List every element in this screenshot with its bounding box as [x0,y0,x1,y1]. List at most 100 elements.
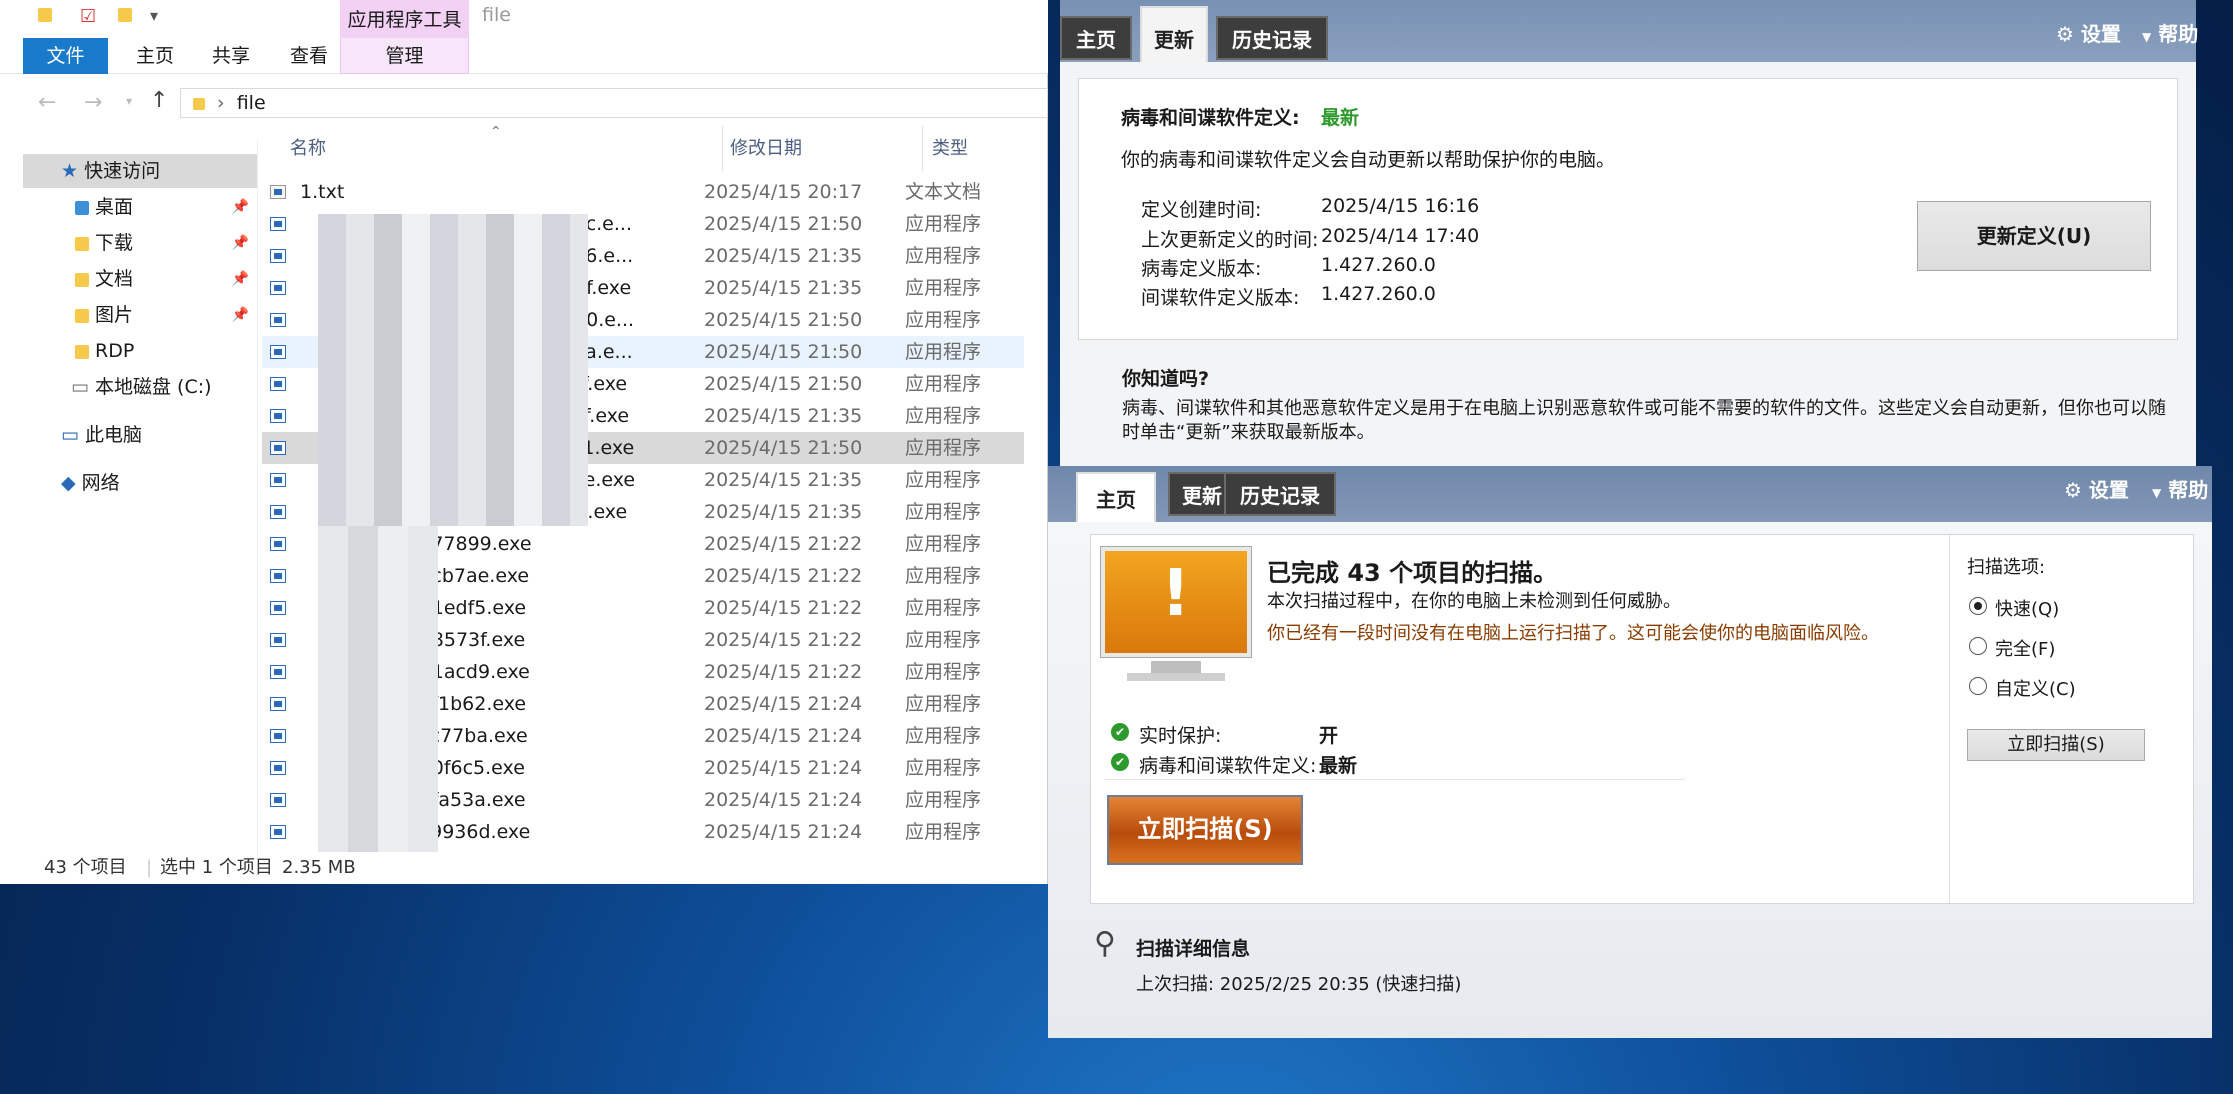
nav-label: 下载 [95,232,134,254]
file-type: 应用程序 [905,341,982,363]
radio-full[interactable] [1969,637,1987,655]
file-modified: 2025/4/15 21:50 [704,437,863,459]
file-type: 应用程序 [905,501,982,523]
settings-button[interactable]: ⚙ 设置 [2056,18,2121,47]
qat-dropdown-icon[interactable]: ▾ [150,6,158,25]
nav-rdp[interactable]: RDP [75,334,257,368]
file-type: 应用程序 [905,469,982,491]
check-icon: ✔ [1111,723,1129,741]
exe-file-icon [270,537,286,551]
settings-button[interactable]: ⚙ 设置 [2064,474,2129,503]
nav-downloads[interactable]: 下载 📌 [75,226,257,260]
realtime-label: 实时保护: [1139,725,1222,747]
pictures-icon [75,308,89,323]
help-button[interactable]: ▼ 帮助 [2152,474,2208,503]
file-type: 文本文档 [905,181,982,203]
file-modified: 2025/4/15 21:35 [704,405,863,427]
tab-home[interactable]: 主页 [1076,472,1156,522]
nav-this-pc[interactable]: ▭ 此电脑 [61,418,257,452]
pin-icon[interactable]: 📌 [232,262,249,296]
scan-details-title[interactable]: 扫描详细信息 [1136,934,1250,961]
nav-label: 桌面 [95,196,134,218]
option-quick[interactable]: 快速(Q) [1995,595,2059,621]
ribbon-tabs: 文件 主页 共享 查看 [0,38,1048,74]
tab-home[interactable]: 主页 [1060,16,1132,60]
redacted-filenames [318,214,588,526]
exe-file-icon [270,601,286,615]
tab-history[interactable]: 历史记录 [1224,472,1336,516]
text-file-icon [270,185,286,199]
tab-history[interactable]: 历史记录 [1216,16,1328,60]
definition-panel: 病毒和间谍软件定义: 最新 你的病毒和间谍软件定义会自动更新以帮助保护你的电脑。… [1078,78,2178,340]
new-folder-icon[interactable] [118,8,132,22]
file-type: 应用程序 [905,757,982,779]
pin-icon[interactable]: 📌 [232,226,249,260]
exe-file-icon [270,633,286,647]
nav-documents[interactable]: 文档 📌 [75,262,257,296]
nav-label: 网络 [81,472,120,494]
file-type: 应用程序 [905,661,982,683]
file-modified: 2025/4/15 21:22 [704,565,863,587]
computer-icon: ▭ [61,424,79,446]
last-scan-text: 上次扫描: 2025/2/25 20:35 (快速扫描) [1136,974,1462,995]
tab-manage[interactable]: 管理 [340,38,469,74]
tab-file[interactable]: 文件 [23,38,108,74]
recent-dropdown-icon[interactable]: ▾ [126,94,132,108]
forward-icon[interactable]: → [84,90,102,115]
radio-custom[interactable] [1969,677,1987,695]
exe-file-icon [270,825,286,839]
exe-file-icon [270,761,286,775]
option-custom[interactable]: 自定义(C) [1995,675,2076,701]
nav-local-disk[interactable]: ▭ 本地磁盘 (C:) [71,370,257,404]
pin-icon[interactable]: 📌 [232,298,249,332]
context-tab-app-tools[interactable]: 应用程序工具 [340,0,469,38]
tab-update[interactable]: 更新 [1140,6,1208,62]
help-button[interactable]: ▼ 帮助 [2142,18,2198,47]
options-scan-button[interactable]: 立即扫描(S) [1967,729,2145,761]
column-header-name[interactable]: 名称 [290,126,326,172]
redacted-filenames [318,526,438,852]
folder-icon [75,344,89,359]
exe-file-icon [270,793,286,807]
update-definitions-button[interactable]: 更新定义(U) [1917,201,2151,271]
file-type: 应用程序 [905,245,982,267]
nav-network[interactable]: ◆ 网络 [61,466,257,500]
column-header-modified[interactable]: 修改日期 [730,126,802,172]
tab-home[interactable]: 主页 [120,38,190,74]
table-row[interactable]: 1.txt 2025/4/15 20:17 文本文档 [262,176,1024,208]
radio-quick[interactable] [1969,597,1987,615]
file-type: 应用程序 [905,693,982,715]
scan-now-button[interactable]: 立即扫描(S) [1107,795,1303,865]
nav-label: RDP [95,340,135,362]
nav-pictures[interactable]: 图片 📌 [75,298,257,332]
help-label: 帮助 [2158,22,2199,46]
file-type: 应用程序 [905,821,982,843]
back-icon[interactable]: ← [38,90,56,115]
nav-desktop[interactable]: 桌面 📌 [75,190,257,224]
field-value: 1.427.260.0 [1321,283,1436,305]
file-modified: 2025/4/15 21:24 [704,757,863,779]
field-label: 病毒定义版本: [1141,258,1262,280]
file-modified: 2025/4/15 21:24 [704,693,863,715]
exclamation-icon: ! [1161,557,1191,631]
nav-label: 图片 [95,304,134,326]
field-label: 间谍软件定义版本: [1141,287,1300,309]
nav-quick-access[interactable]: ★ 快速访问 [23,154,257,188]
file-modified: 2025/4/15 21:50 [704,309,863,331]
file-name: 1.txt [300,181,345,203]
dropdown-icon: ▼ [2142,30,2152,44]
pin-icon[interactable]: 📌 [232,190,249,224]
up-icon[interactable]: ↑ [150,88,168,113]
file-modified: 2025/4/15 21:22 [704,629,863,651]
tip-title: 你知道吗? [1122,368,1210,390]
nav-label: 文档 [95,268,134,290]
checkbox-icon[interactable]: ☑ [80,6,96,27]
tab-view[interactable]: 查看 [274,38,344,74]
address-bar[interactable]: › file [180,88,1048,118]
option-full[interactable]: 完全(F) [1995,635,2055,661]
tab-share[interactable]: 共享 [196,38,266,74]
folder-icon[interactable] [38,8,52,22]
check-icon: ✔ [1111,753,1129,771]
status-size: 2.35 MB [282,857,356,878]
column-header-type[interactable]: 类型 [932,126,968,172]
